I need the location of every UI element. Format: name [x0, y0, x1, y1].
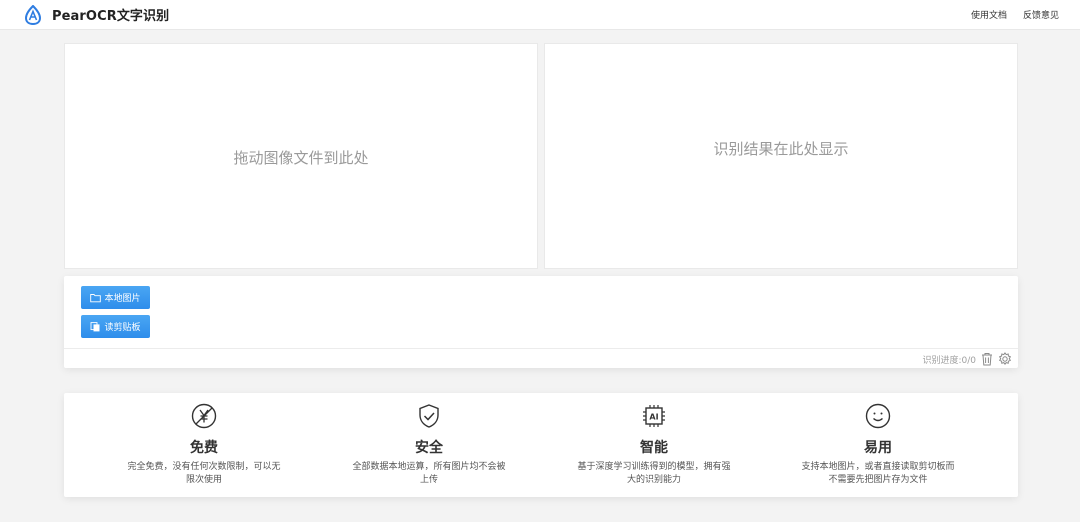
- pear-logo-icon: [24, 4, 42, 25]
- paste-clipboard-label: 读剪贴板: [104, 323, 141, 333]
- paste-clipboard-button[interactable]: 读剪贴板: [81, 315, 150, 338]
- feature-desc: 完全免费，没有任何次数限制，可以无限次使用: [127, 462, 281, 485]
- feature-secure: 安全 全部数据本地运算，所有图片均不会被上传: [349, 393, 509, 497]
- divider: [64, 348, 1018, 349]
- feature-easy: 易用 支持本地图片，或者直接读取剪切板而不需要先把图片存为文件: [798, 393, 958, 497]
- progress-label: 识别进度:0/0: [922, 355, 976, 366]
- svg-text:AI: AI: [649, 413, 658, 422]
- top-header: PearOCR文字识别 使用文档 反馈意见: [0, 0, 1080, 30]
- shield-check-icon: [416, 403, 442, 429]
- feature-title: 安全: [415, 440, 443, 456]
- feature-free: 免费 完全免费，没有任何次数限制，可以无限次使用: [124, 393, 284, 497]
- feature-desc: 支持本地图片，或者直接读取剪切板而不需要先把图片存为文件: [801, 462, 955, 485]
- feedback-link[interactable]: 反馈意见: [1023, 8, 1059, 21]
- feature-desc: 基于深度学习训练得到的模型，拥有强大的识别能力: [577, 462, 731, 485]
- progress-row: 识别进度:0/0: [922, 351, 1012, 367]
- app-title: PearOCR文字识别: [52, 9, 170, 24]
- result-panel[interactable]: 识别结果在此处显示: [544, 43, 1018, 269]
- smile-icon: [865, 403, 891, 429]
- folder-icon: [90, 293, 102, 303]
- controls-card: 本地图片 读剪贴板 识别进度:0/0: [64, 276, 1018, 368]
- drop-zone-hint: 拖动图像文件到此处: [233, 148, 369, 167]
- clipboard-icon: [90, 321, 101, 332]
- image-drop-zone[interactable]: 拖动图像文件到此处: [64, 43, 538, 269]
- no-yen-icon: [191, 403, 217, 429]
- result-placeholder: 识别结果在此处显示: [713, 139, 849, 158]
- local-image-button[interactable]: 本地图片: [81, 286, 150, 309]
- brand[interactable]: PearOCR文字识别: [24, 4, 170, 25]
- docs-link[interactable]: 使用文档: [971, 8, 1007, 21]
- feature-smart: AI 智能 基于深度学习训练得到的模型，拥有强大的识别能力: [574, 393, 734, 497]
- feature-desc: 全部数据本地运算，所有图片均不会被上传: [352, 462, 506, 485]
- gear-icon[interactable]: [998, 352, 1012, 366]
- top-nav: 使用文档 反馈意见: [955, 8, 1059, 21]
- local-image-label: 本地图片: [104, 294, 141, 304]
- feature-title: 智能: [640, 440, 668, 456]
- feature-title: 免费: [190, 440, 218, 456]
- features-card: 免费 完全免费，没有任何次数限制，可以无限次使用 安全 全部数据本地运算，所有图…: [64, 393, 1018, 497]
- ai-chip-icon: AI: [641, 403, 667, 429]
- feature-title: 易用: [864, 440, 892, 456]
- trash-icon[interactable]: [980, 352, 994, 366]
